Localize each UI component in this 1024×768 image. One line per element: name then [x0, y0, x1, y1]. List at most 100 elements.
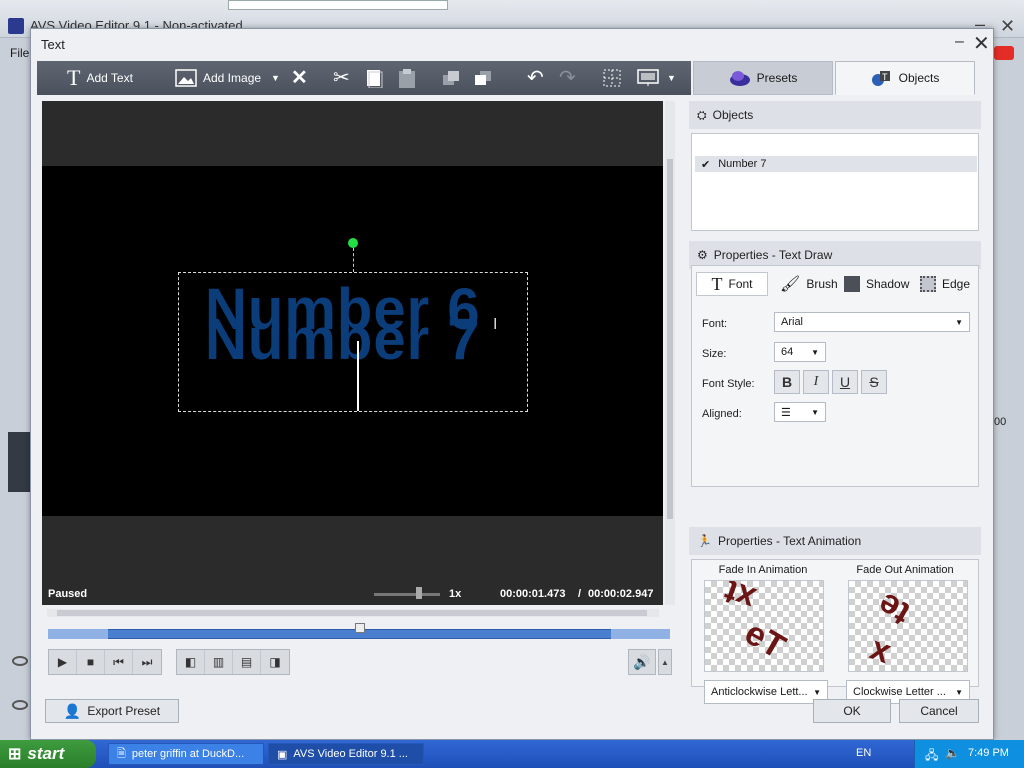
dialog-minimize-icon[interactable]: –	[955, 33, 964, 51]
go-to-start-marker-icon[interactable]: ◧	[177, 650, 205, 674]
align-select[interactable]: ☰ ▼	[774, 402, 826, 422]
animated-letters-image: te	[871, 584, 917, 633]
export-preset-button[interactable]: 👤 Export Preset	[45, 699, 179, 723]
chevron-down-icon: ▼	[955, 318, 963, 327]
set-end-marker-icon[interactable]: ▤	[233, 650, 261, 674]
svg-text:T: T	[882, 72, 888, 82]
copy-icon[interactable]	[365, 61, 383, 95]
taskbar-item-avs[interactable]: ▣ AVS Video Editor 9.1 ...	[268, 743, 424, 765]
image-icon	[175, 69, 197, 87]
size-select-value: 64	[781, 346, 794, 358]
fade-in-select-value: Anticlockwise Lett...	[711, 686, 808, 698]
objects-icon: T	[871, 71, 890, 86]
undo-icon[interactable]: ↶	[527, 61, 544, 95]
objects-header-label: Objects	[712, 108, 754, 122]
volume-dropdown-icon[interactable]: ▲	[658, 649, 672, 675]
background-menu-file[interactable]: File	[10, 46, 29, 60]
align-left-icon: ☰	[781, 406, 791, 419]
bring-forward-icon[interactable]	[441, 61, 461, 95]
dialog-title: Text	[41, 37, 65, 52]
speaker-icon[interactable]: 🔈	[945, 746, 960, 760]
font-select-value: Arial	[781, 316, 804, 328]
add-image-dropdown-icon[interactable]: ▼	[271, 61, 280, 95]
fade-in-select[interactable]: Anticlockwise Lett... ▼	[704, 680, 828, 704]
add-image-button[interactable]: Add Image	[175, 61, 261, 95]
italic-icon[interactable]: I	[803, 370, 829, 394]
preview-vertical-scroll-thumb[interactable]	[667, 159, 673, 519]
add-text-button[interactable]: T Add Text	[67, 61, 133, 95]
background-time-fragment: 00	[994, 416, 1007, 428]
tab-presets[interactable]: Presets	[693, 61, 833, 95]
underline-icon[interactable]: U	[832, 370, 858, 394]
start-button[interactable]: ⊞ start	[0, 740, 96, 768]
timeline-playhead[interactable]	[355, 623, 365, 633]
add-image-label: Add Image	[203, 71, 262, 85]
cancel-button[interactable]: Cancel	[899, 699, 979, 723]
playback-status: Paused	[48, 588, 88, 600]
brush-icon: 🖌	[780, 276, 801, 293]
dialog-close-icon[interactable]: ✕	[973, 31, 990, 56]
volume-icon[interactable]: 🔊	[628, 649, 656, 675]
background-right-panel	[990, 38, 1024, 740]
text-animation-properties: Fade In Animation Fade Out Animation xt …	[691, 559, 979, 704]
delete-icon[interactable]: ✕	[291, 61, 308, 95]
set-start-marker-icon[interactable]: ▥	[205, 650, 233, 674]
time-separator: /	[578, 588, 582, 600]
subtab-edge[interactable]: Edge	[920, 272, 970, 296]
eye-icon[interactable]	[12, 700, 28, 710]
send-backward-icon[interactable]	[473, 61, 493, 95]
rotate-handle[interactable]	[348, 238, 358, 248]
network-icon[interactable]: 🖧	[925, 746, 938, 767]
checkbox-checked-icon[interactable]: ✔	[701, 158, 710, 171]
fade-out-preview[interactable]: te x	[848, 580, 968, 672]
timeline-fade-in-region[interactable]	[48, 629, 108, 639]
avs-icon: ▣	[277, 748, 288, 761]
ok-button[interactable]: OK	[813, 699, 891, 723]
edge-icon	[920, 276, 936, 292]
chevron-down-icon: ▼	[811, 408, 819, 417]
cut-icon[interactable]: ✂	[333, 61, 350, 95]
youtube-icon[interactable]	[994, 46, 1014, 60]
next-frame-icon[interactable]: ⏭	[133, 650, 161, 674]
aligned-label: Aligned:	[702, 408, 742, 420]
subtab-shadow[interactable]: Shadow	[844, 272, 909, 296]
monitor-icon[interactable]	[637, 61, 659, 95]
eye-icon[interactable]	[12, 656, 28, 666]
video-frame[interactable]: Number 6 Number 7 I	[42, 166, 663, 516]
font-select[interactable]: Arial ▼	[774, 312, 970, 332]
size-select[interactable]: 64 ▼	[774, 342, 826, 362]
taskbar-item-browser[interactable]: 🗎 peter griffin at DuckD...	[108, 743, 264, 765]
subtab-brush-label: Brush	[806, 277, 838, 291]
monitor-dropdown-icon[interactable]: ▼	[667, 61, 676, 95]
video-preview[interactable]: Number 6 Number 7 I Paused 1x 00:00:01.4…	[42, 101, 663, 605]
export-preset-icon: 👤	[63, 702, 82, 719]
animated-letters-image: xt	[719, 580, 761, 618]
redo-icon[interactable]: ↷	[559, 61, 576, 95]
previous-frame-icon[interactable]: ⏮	[105, 650, 133, 674]
text-object-number-7[interactable]: Number 7	[205, 306, 481, 373]
start-label: start	[27, 744, 65, 763]
strikethrough-icon[interactable]: S	[861, 370, 887, 394]
grid-icon[interactable]	[603, 61, 621, 95]
fade-in-preview[interactable]: xt eT	[704, 580, 824, 672]
preview-horizontal-scroll-thumb[interactable]	[57, 610, 647, 616]
paste-icon[interactable]	[397, 61, 417, 95]
subtab-font[interactable]: T Font	[696, 272, 768, 296]
bold-icon[interactable]: B	[774, 370, 800, 394]
language-indicator[interactable]: EN	[856, 747, 871, 759]
list-item[interactable]: ✔ Number 7	[695, 156, 977, 172]
play-icon[interactable]: ▶	[49, 650, 77, 674]
timeline-fade-out-region[interactable]	[611, 629, 670, 639]
tab-objects[interactable]: T Objects	[835, 61, 975, 95]
background-close-icon[interactable]: ✕	[1000, 16, 1015, 37]
go-to-end-marker-icon[interactable]: ◨	[261, 650, 289, 674]
background-dark-strip	[8, 432, 32, 492]
text-animation-properties-label: Properties - Text Animation	[717, 534, 862, 548]
speed-slider[interactable]	[374, 593, 440, 596]
speed-slider-knob[interactable]	[416, 587, 422, 599]
text-caret	[357, 341, 359, 411]
total-time: 00:00:02.947	[588, 588, 654, 600]
playback-controls: ▶ ■ ⏮ ⏭	[48, 649, 162, 675]
subtab-brush[interactable]: 🖌 Brush	[780, 272, 838, 296]
stop-icon[interactable]: ■	[77, 650, 105, 674]
